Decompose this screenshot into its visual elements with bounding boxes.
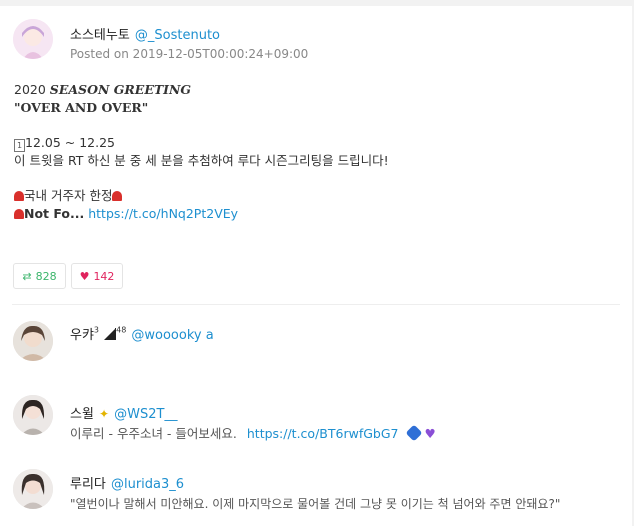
- reply-bars-label: 48: [116, 325, 127, 335]
- heart-icon: ♥: [79, 269, 90, 283]
- siren-icon: [112, 191, 123, 201]
- reply-header: 스윌 ✦ @WS2T__: [70, 403, 178, 422]
- reply-name-suffix: 3: [93, 325, 100, 335]
- divider: [12, 304, 620, 305]
- siren-icon: [14, 209, 24, 219]
- signal-bars-icon: [104, 329, 116, 340]
- retweet-button[interactable]: ⇄ 828: [13, 263, 66, 289]
- tweet-season-greeting: SEASON GREETING: [49, 82, 192, 97]
- avatar-photo-icon: [13, 469, 53, 509]
- tweet-not-for-text: Not Fo...: [24, 206, 85, 221]
- tweet-date-line: 1 12.05 ~ 12.25: [14, 134, 614, 152]
- tweet-not-for-line: Not Fo... https://t.co/hNq2Pt2VEy: [14, 205, 614, 223]
- tweet-date-range: 12.05 ~ 12.25: [25, 135, 115, 150]
- gem-icon: [405, 424, 423, 442]
- purple-heart-icon: ♥: [424, 426, 436, 441]
- like-button[interactable]: ♥ 142: [71, 263, 123, 289]
- author-handle[interactable]: @_Sostenuto: [135, 28, 220, 43]
- tweet-year: 2020: [14, 82, 46, 97]
- avatar-illustration-icon: [13, 19, 53, 59]
- reply-avatar[interactable]: [13, 395, 53, 435]
- retweet-icon: ⇄: [22, 269, 32, 283]
- tweet-domestic-line: 국내 거주자 한정: [14, 187, 614, 205]
- reply-header: 루리다 @lurida3_6: [70, 473, 184, 492]
- tweet-body: 2020 SEASON GREETING "OVER AND OVER" 1 12…: [14, 81, 614, 223]
- reply-link[interactable]: https://t.co/BT6rwfGbG7: [247, 426, 399, 441]
- tweet-quote: "OVER AND OVER": [14, 100, 149, 115]
- reply-text: 이루리 - 우주소녀 - 들어보세요.: [70, 426, 237, 441]
- reply-author-handle[interactable]: @WS2T__: [114, 407, 177, 422]
- reply-header: 우캬3 48 @wooooky a: [70, 324, 214, 343]
- post-timestamp: Posted on 2019-12-05T00:00:24+09:00: [70, 47, 309, 61]
- reply-author-name[interactable]: 스윌: [70, 407, 94, 422]
- tweet-line-title: 2020 SEASON GREETING: [14, 81, 614, 99]
- like-count: 142: [93, 269, 115, 283]
- avatar-photo-icon: [13, 395, 53, 435]
- sparkle-icon: ✦: [99, 407, 110, 421]
- reply-avatar[interactable]: [13, 469, 53, 509]
- keycap-one-icon: 1: [14, 139, 25, 152]
- tweet-link[interactable]: https://t.co/hNq2Pt2VEy: [88, 206, 238, 221]
- author-name[interactable]: 소스테누토: [70, 28, 130, 43]
- tweet-domestic-text: 국내 거주자 한정: [24, 188, 113, 203]
- reply-text: "열번이나 말해서 미안해요. 이제 마지막으로 물어볼 건데 그냥 못 이기는…: [70, 497, 561, 511]
- tweet-card: 소스테누토 @_Sostenuto Posted on 2019-12-05T0…: [0, 6, 632, 526]
- avatar-photo-icon: [13, 321, 53, 361]
- reply-author-handle[interactable]: @wooooky a: [131, 328, 213, 343]
- reply-body: 이루리 - 우주소녀 - 들어보세요. https://t.co/BT6rwfG…: [70, 424, 436, 443]
- reply-author-name[interactable]: 루리다: [70, 477, 106, 492]
- retweet-count: 828: [35, 269, 57, 283]
- reply-author-name[interactable]: 우캬: [70, 328, 94, 343]
- avatar[interactable]: [13, 19, 53, 59]
- tweet-body-line: 이 트윗을 RT 하신 분 중 세 분을 추첨하여 루다 시즌그리팅을 드립니다…: [14, 153, 389, 168]
- reply-avatar[interactable]: [13, 321, 53, 361]
- siren-icon: [14, 191, 24, 201]
- reply-author-handle[interactable]: @lurida3_6: [111, 477, 184, 492]
